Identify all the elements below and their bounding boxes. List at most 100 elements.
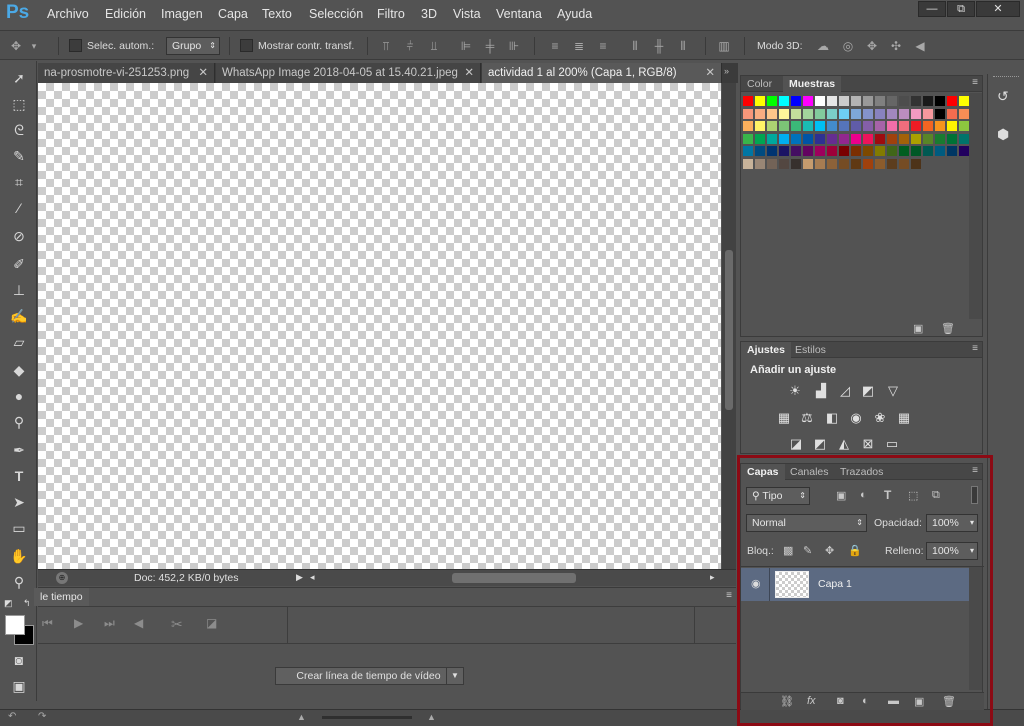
color-swatch[interactable] bbox=[827, 121, 837, 131]
color-swatch[interactable] bbox=[911, 108, 921, 119]
color-swatch[interactable] bbox=[827, 133, 837, 144]
color-swatch[interactable] bbox=[791, 133, 801, 144]
color-swatch[interactable] bbox=[803, 121, 813, 131]
color-swatch[interactable] bbox=[935, 96, 945, 106]
color-swatch[interactable] bbox=[923, 133, 933, 144]
color-swatch[interactable] bbox=[779, 146, 789, 156]
color-swatch[interactable] bbox=[827, 158, 837, 169]
color-swatch[interactable] bbox=[875, 96, 885, 106]
move-tool-icon[interactable]: ➚ bbox=[7, 67, 31, 89]
color-swatch[interactable] bbox=[959, 146, 969, 156]
color-swatch[interactable] bbox=[779, 96, 789, 106]
color-swatch[interactable] bbox=[959, 108, 969, 119]
filter-pixel-icon[interactable]: ▣ bbox=[836, 489, 846, 502]
color-swatch[interactable] bbox=[851, 121, 861, 131]
default-colors-icon[interactable]: ◩ bbox=[4, 598, 13, 609]
menu-ayuda[interactable]: Ayuda bbox=[557, 7, 592, 21]
lock-all-icon[interactable]: 🔒 bbox=[848, 544, 862, 557]
color-swatch[interactable] bbox=[827, 146, 837, 156]
menu-3d[interactable]: 3D bbox=[421, 7, 437, 21]
clone-stamp-tool-icon[interactable]: ⊥ bbox=[7, 279, 31, 301]
rectangle-tool-icon[interactable]: ▭ bbox=[7, 517, 31, 539]
distribute-hcenter-icon[interactable]: ╫ bbox=[651, 39, 667, 53]
auto-select-target[interactable]: Grupo ⇕ bbox=[166, 37, 220, 55]
lock-transparency-icon[interactable]: ▩ bbox=[783, 544, 793, 557]
selective-color-icon[interactable]: ⊠ bbox=[859, 436, 877, 452]
rotate-3d-icon[interactable]: ☁ bbox=[815, 39, 831, 53]
close-tab-icon[interactable]: ✕ bbox=[464, 63, 474, 83]
doc-tab-3-active[interactable]: actividad 1 al 200% (Capa 1, RGB/8) ✕ bbox=[482, 63, 722, 83]
blur-tool-icon[interactable]: ● bbox=[7, 385, 31, 407]
tab-capas[interactable]: Capas bbox=[741, 464, 785, 480]
slide-3d-icon[interactable]: ✣ bbox=[888, 39, 904, 53]
posterize-icon[interactable]: ◩ bbox=[811, 436, 829, 452]
color-swatch[interactable] bbox=[851, 158, 861, 169]
blend-mode-select[interactable]: Normal ⇕ bbox=[746, 514, 867, 532]
eraser-tool-icon[interactable]: ▱ bbox=[7, 331, 31, 353]
color-swatch[interactable] bbox=[743, 96, 753, 106]
color-swatch[interactable] bbox=[899, 133, 909, 144]
transition-icon[interactable]: ◪ bbox=[206, 616, 217, 630]
gradient-map-icon[interactable]: ▭ bbox=[883, 436, 901, 452]
color-swatch[interactable] bbox=[743, 108, 753, 119]
color-swatch[interactable] bbox=[911, 158, 921, 169]
color-swatch[interactable] bbox=[815, 146, 825, 156]
distribute-left-icon[interactable]: ⦀ bbox=[627, 39, 643, 53]
color-swatch[interactable] bbox=[767, 108, 777, 119]
hue-saturation-icon[interactable]: ▦ bbox=[775, 410, 793, 426]
menu-imagen[interactable]: Imagen bbox=[161, 7, 203, 21]
tab-ajustes[interactable]: Ajustes bbox=[741, 342, 791, 358]
visibility-eye-icon[interactable]: ◉ bbox=[751, 577, 761, 590]
foreground-color-swatch[interactable] bbox=[5, 615, 25, 635]
color-swatch[interactable] bbox=[851, 146, 861, 156]
color-swatch[interactable] bbox=[803, 96, 813, 106]
color-swatch[interactable] bbox=[839, 108, 849, 119]
zoom-out-icon[interactable]: ▲ bbox=[297, 712, 306, 722]
swatch-scrollbar[interactable] bbox=[969, 93, 982, 319]
color-swatch[interactable] bbox=[875, 158, 885, 169]
color-swatch[interactable] bbox=[887, 121, 897, 131]
color-swatch[interactable] bbox=[851, 96, 861, 106]
color-swatch[interactable] bbox=[875, 121, 885, 131]
minimize-button[interactable]: — bbox=[918, 1, 946, 17]
lock-position-icon[interactable]: ✥ bbox=[825, 544, 834, 557]
color-swatch[interactable] bbox=[935, 121, 945, 131]
doc-tab-2[interactable]: WhatsApp Image 2018-04-05 at 15.40.21.jp… bbox=[216, 63, 481, 83]
redo-icon[interactable]: ↷ bbox=[38, 711, 46, 722]
pan-3d-icon[interactable]: ✥ bbox=[864, 39, 880, 53]
threshold-icon[interactable]: ◭ bbox=[835, 436, 853, 452]
exposure-icon[interactable]: ◩ bbox=[859, 383, 877, 399]
color-swatch[interactable] bbox=[887, 158, 897, 169]
panel-menu-icon[interactable]: ≡ bbox=[972, 77, 978, 88]
brush-tool-icon[interactable]: ✐ bbox=[7, 253, 31, 275]
tab-color[interactable]: Color bbox=[741, 76, 778, 92]
menu-edicion[interactable]: Edición bbox=[105, 7, 146, 21]
panel-menu-icon[interactable]: ≡ bbox=[972, 343, 978, 354]
color-swatch[interactable] bbox=[923, 146, 933, 156]
panel-menu-icon[interactable]: ≡ bbox=[726, 590, 732, 601]
color-swatch[interactable] bbox=[959, 121, 969, 131]
color-swatch[interactable] bbox=[839, 158, 849, 169]
color-swatch[interactable] bbox=[935, 146, 945, 156]
type-tool-icon[interactable]: T bbox=[7, 465, 31, 487]
roll-3d-icon[interactable]: ◎ bbox=[840, 39, 856, 53]
color-swatch[interactable] bbox=[743, 146, 753, 156]
scroll-left-icon[interactable]: ◂ bbox=[310, 572, 315, 583]
align-hcenter-icon[interactable]: ╪ bbox=[482, 39, 498, 53]
trash-icon[interactable]: 🗑 bbox=[941, 322, 955, 335]
color-swatch[interactable] bbox=[815, 158, 825, 169]
layers-scrollbar[interactable] bbox=[969, 567, 982, 690]
color-swatch[interactable] bbox=[755, 158, 765, 169]
color-swatch[interactable] bbox=[911, 96, 921, 106]
audio-icon[interactable]: ◀ bbox=[134, 616, 143, 630]
color-swatch[interactable] bbox=[899, 158, 909, 169]
tab-estilos[interactable]: Estilos bbox=[789, 342, 832, 358]
color-swatch[interactable] bbox=[947, 121, 957, 131]
horizontal-scroll-thumb[interactable] bbox=[452, 573, 576, 583]
align-top-icon[interactable]: ⫪ bbox=[378, 39, 394, 53]
color-swatch[interactable] bbox=[959, 96, 969, 106]
filter-shape-icon[interactable]: ⬚ bbox=[908, 489, 918, 502]
filter-toggle[interactable] bbox=[971, 486, 978, 504]
link-layers-icon[interactable]: ⛓ bbox=[780, 695, 794, 708]
color-swatch[interactable] bbox=[743, 121, 753, 131]
